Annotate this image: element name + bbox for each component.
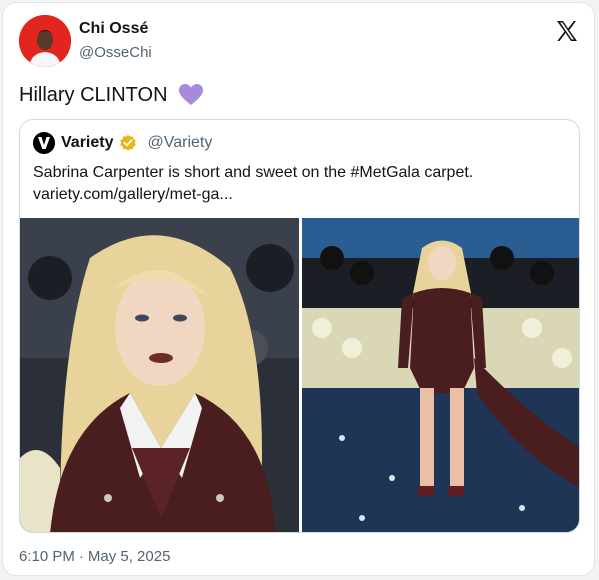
tweet-card: Chi Ossé @OsseChi Hillary CLINTON Variet… — [2, 2, 595, 576]
purple-heart-icon — [178, 84, 203, 105]
quoted-handle[interactable]: @Variety — [147, 134, 212, 152]
full-length-photo-image — [302, 218, 579, 532]
x-logo-icon[interactable] — [555, 19, 579, 43]
timestamp-time: 6:10 PM — [19, 548, 75, 565]
quoted-tweet[interactable]: Variety @Variety Sabrina Carpenter is sh… — [19, 119, 580, 533]
photo-closeup[interactable] — [20, 218, 299, 532]
quoted-tweet-header: Variety @Variety — [33, 132, 212, 154]
verified-badge-icon — [120, 134, 137, 151]
closeup-photo-image — [20, 218, 299, 532]
quoted-media — [20, 218, 579, 532]
quoted-display-name[interactable]: Variety — [61, 134, 113, 152]
photo-full-length[interactable] — [302, 218, 579, 532]
variety-logo-icon — [33, 132, 55, 154]
timestamp-date: May 5, 2025 — [87, 548, 171, 565]
quoted-link[interactable]: variety.com/gallery/met-ga... — [33, 184, 563, 206]
author-display-name[interactable]: Chi Ossé — [79, 20, 148, 38]
timestamp-separator: · — [78, 548, 84, 565]
tweet-timestamp[interactable]: 6:10 PM · May 5, 2025 — [19, 548, 170, 565]
quoted-text: Sabrina Carpenter is short and sweet on … — [33, 162, 563, 206]
author-handle[interactable]: @OsseChi — [79, 44, 152, 61]
avatar-photo — [19, 15, 71, 67]
tweet-body: Hillary CLINTON — [19, 83, 168, 106]
tweet-text: Hillary CLINTON — [19, 83, 204, 107]
author-avatar[interactable] — [19, 15, 71, 67]
quoted-text-line: Sabrina Carpenter is short and sweet on … — [33, 164, 474, 181]
